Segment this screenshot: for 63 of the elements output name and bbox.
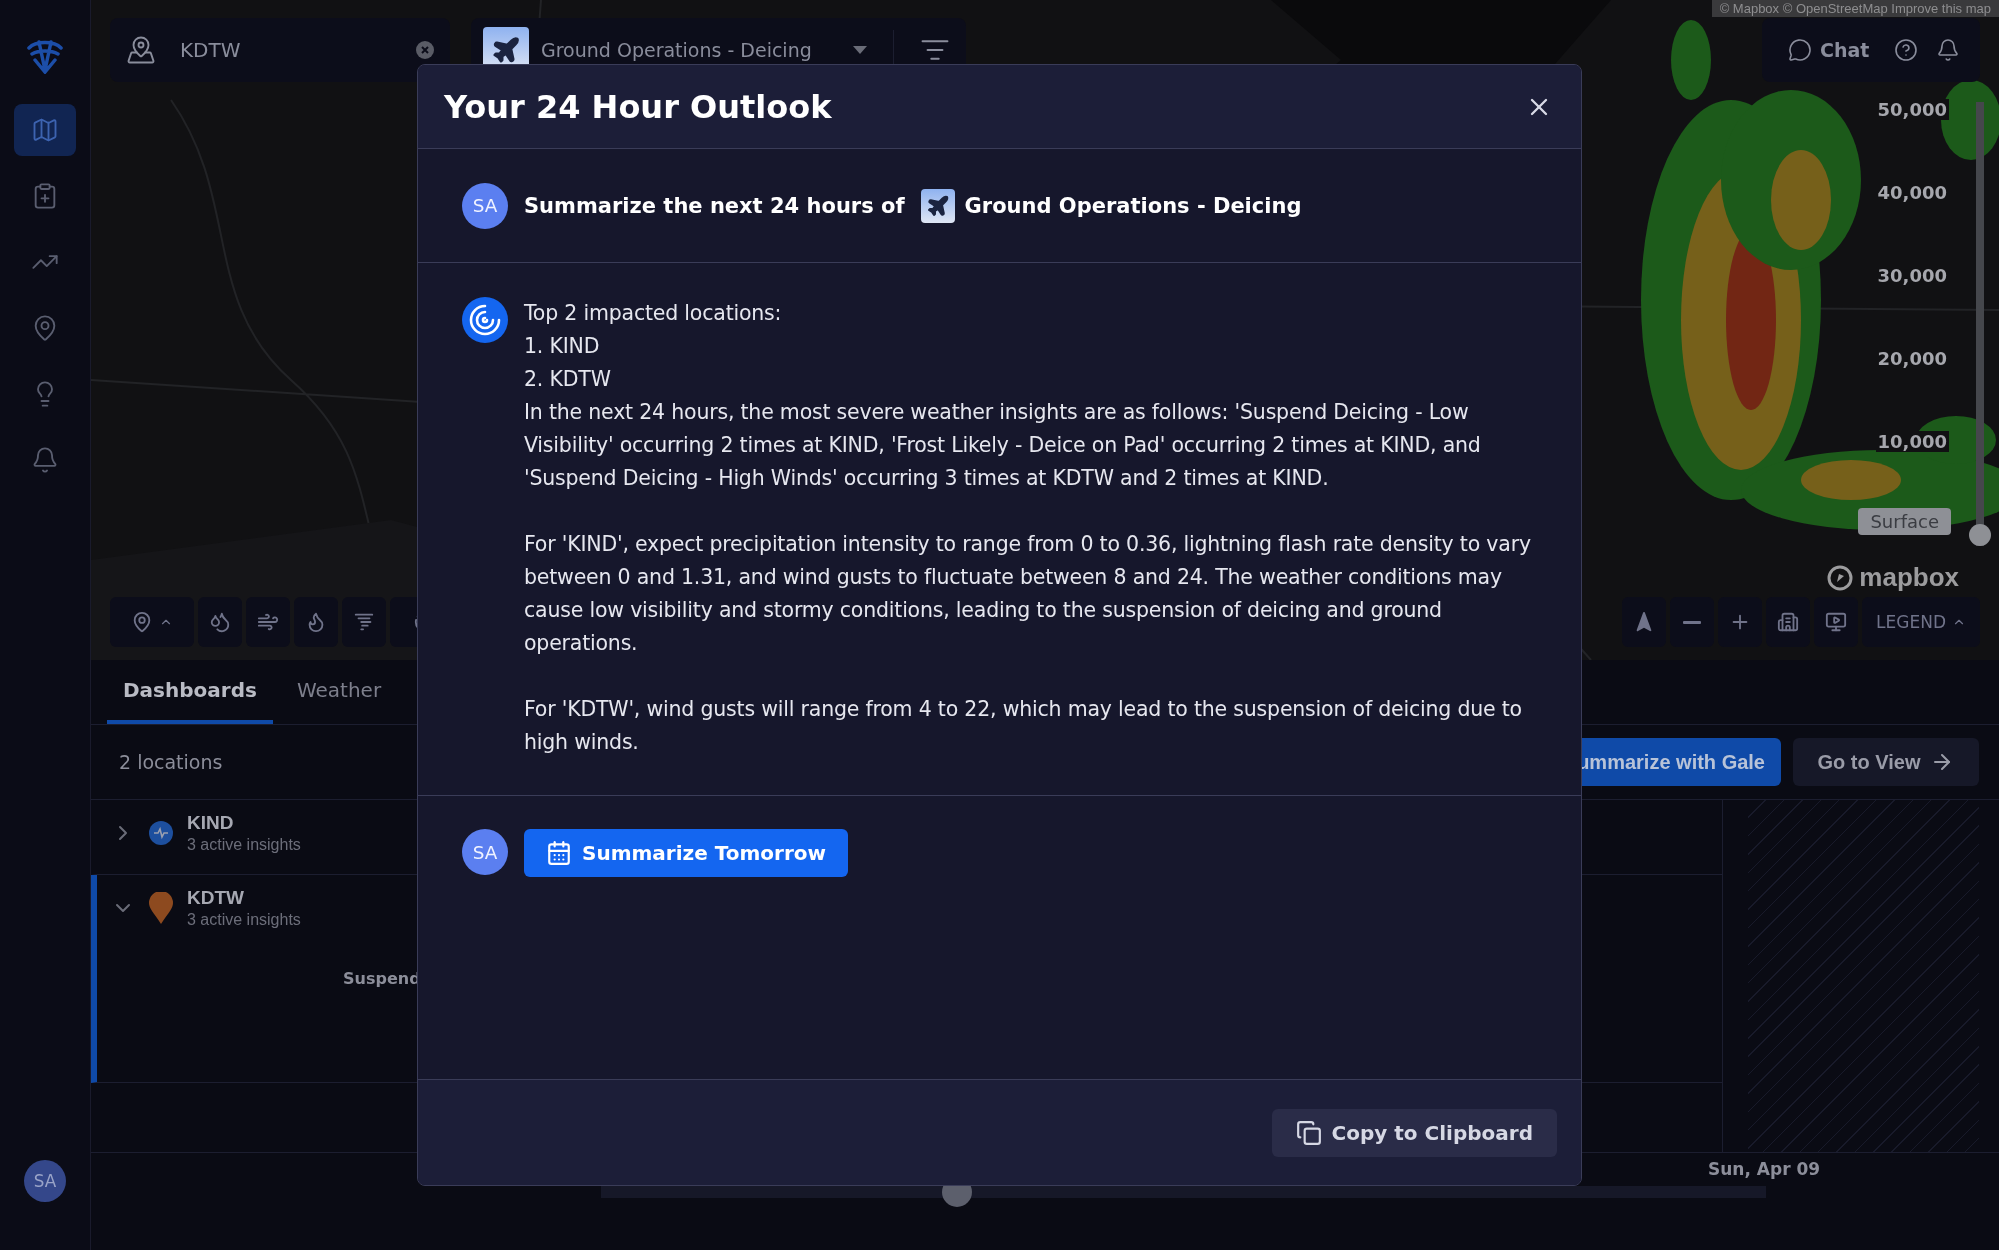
droplets-icon [209,611,231,633]
dashboard-name: Ground Operations - Deicing [964,193,1302,218]
pin-tool[interactable] [110,597,194,647]
flame-tool[interactable] [294,597,338,647]
playback-button[interactable] [1814,597,1858,647]
search-bar[interactable]: KDTW [110,18,450,82]
minus-icon [1683,620,1701,624]
answer-text: In the next 24 hours, the most severe weather insights are as follows: 'Suspend Deicing - Low Visibility' occurring 2 times at KIND, 'Frost Likely - Deice on Pad' occurring 2 times at KIND, and 'Suspend Deicing - High Winds' occurring 3 times at KDTW and 2 times at KIND. [524,399,1482,492]
location-code: KIND [187,812,235,834]
go-to-view-button[interactable]: Go to View [1793,738,1979,786]
user-avatar[interactable]: SA [24,1160,66,1202]
map-logo: mapbox [1827,562,1959,593]
answer-text: For 'KDTW', wind gusts will range from 4 to 22, which may lead to the suspension of deicing due to high winds. [524,696,1523,756]
insight-count: 3 active insights [187,836,301,854]
gale-icon [462,297,508,343]
timeline-date: Sun, Apr 09 [1708,1158,1822,1179]
user-avatar: SA [462,182,508,229]
zoom-in-button[interactable] [1718,597,1762,647]
bell-icon[interactable] [1936,38,1960,62]
tornado-tool[interactable] [342,597,386,647]
map-attribution: © Mapbox © OpenStreetMap Improve this map [1711,0,1999,17]
dialog-title: Your 24 Hour Outlook [444,87,832,126]
layer-select-value: Ground Operations - Deicing [541,39,813,61]
chat-icon [1788,38,1812,62]
location-count: 2 locations [119,751,223,773]
prompt-text: Summarize the next 24 hours of [524,193,905,218]
help-icon[interactable] [1893,38,1918,62]
bell-icon [31,446,59,474]
copy-button[interactable]: Copy to Clipboard [1271,1108,1557,1157]
caret-icon [853,46,867,54]
calendar-icon [546,840,572,866]
buildings-button[interactable] [1766,597,1810,647]
copy-icon [1295,1119,1322,1146]
legend-button[interactable]: LEGEND [1862,597,1980,647]
location-code: KDTW [187,887,245,909]
panel-tab[interactable]: Weather [280,660,398,724]
answer-text: 2. KDTW [524,366,612,393]
chat-button[interactable]: Chat [1782,37,1876,63]
wind-icon [257,611,279,633]
insight-count: 3 active insights [187,911,301,929]
user-avatar: SA [462,829,508,875]
play-screen-icon [1825,611,1847,633]
wind-tool[interactable] [246,597,290,647]
panel-tab[interactable]: Dashboards [107,660,273,724]
north-button[interactable] [1622,597,1666,647]
search-field[interactable]: KDTW [180,38,416,62]
map-search-icon [126,35,156,65]
answer-text: For 'KIND', expect precipitation intensity to range from 0 to 0.36, lightning flash rate density to vary between 0 and 1.31, and wind gusts to fluctuate between 8 and 24. The weather conditions may cause low visibility and stormy conditions, leading to the suspension of deicing and ground operations. [524,531,1532,657]
altitude-label: 50,000 [1875,99,1949,120]
pin-icon [131,611,153,633]
altitude-tooltip: Surface [1858,508,1951,535]
answer-text: 1. KIND [524,333,601,360]
plane-icon [491,35,521,65]
clear-icon[interactable] [416,41,434,59]
summarize-tomorrow-button[interactable]: Summarize Tomorrow [524,829,848,877]
altitude-label: 10,000 [1875,431,1949,452]
tornado-icon [353,611,375,633]
nav-button[interactable] [14,104,76,156]
droplets-tool[interactable] [198,597,242,647]
map-icon [31,116,59,144]
answer-text: Top 2 impacted locations: [524,300,783,327]
zoom-out-button[interactable] [1670,597,1714,647]
building-icon [1777,611,1799,633]
